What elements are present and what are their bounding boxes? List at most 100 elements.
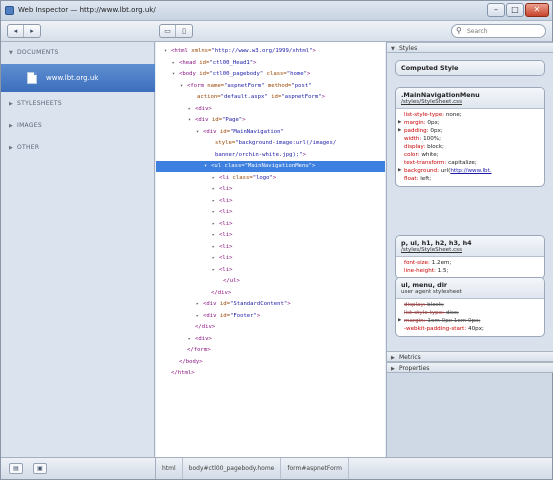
sidebar-section-documents[interactable]: ▼ DOCUMENTS: [1, 46, 155, 59]
style-rule-card[interactable]: p, ul, h1, h2, h3, h4/styles/StyleSheet.…: [395, 235, 545, 279]
dom-node[interactable]: style="background-image:url(/images/: [208, 138, 336, 149]
dom-node[interactable]: ▸ <li>: [212, 253, 232, 264]
style-rule-source[interactable]: /styles/StyleSheet.css: [401, 247, 539, 253]
sidebar-section-images[interactable]: ▶ IMAGES: [1, 119, 155, 132]
dom-node[interactable]: ▸ <li>: [212, 184, 232, 195]
dock-window-icon[interactable]: ▣: [33, 463, 47, 474]
dom-node[interactable]: </div>: [188, 322, 215, 333]
dom-node[interactable]: ▸ <li>: [212, 219, 232, 230]
disclosure-collapsed-icon[interactable]: ▸: [188, 104, 195, 115]
disclosure-expanded-icon[interactable]: ▾: [196, 127, 203, 138]
breadcrumb-item[interactable]: html: [156, 458, 183, 479]
console-icon[interactable]: ▤: [9, 463, 23, 474]
dom-node[interactable]: </div>: [204, 288, 231, 299]
disclosure-expanded-icon[interactable]: ▾: [188, 115, 195, 126]
style-property[interactable]: list-style-type: none;: [404, 111, 540, 119]
style-rule-source[interactable]: /styles/StyleSheet.css: [401, 99, 539, 105]
dom-node[interactable]: banner/orchin-white.jpg);">: [208, 150, 306, 161]
dom-node[interactable]: </ul>: [216, 276, 240, 287]
disclosure-expanded-icon[interactable]: ▾: [180, 81, 187, 92]
metrics-section-header[interactable]: ▶ Metrics: [387, 351, 553, 362]
style-property[interactable]: width: 100%;: [404, 135, 540, 143]
dom-node[interactable]: ▾ <html xmlns="http://www.w3.org/1999/xht…: [164, 46, 316, 57]
sidebar-item-label: www.lbt.org.uk: [46, 74, 99, 82]
disclosure-collapsed-icon[interactable]: ▸: [212, 219, 219, 230]
close-button[interactable]: ✕: [525, 3, 549, 17]
dom-node[interactable]: ▾ <body id="ctl00_pagebody" class="home">: [172, 69, 310, 80]
disclosure-expanded-icon[interactable]: ▾: [204, 161, 211, 172]
dom-node[interactable]: </body>: [172, 357, 203, 368]
style-property[interactable]: ▶ padding: 0px;: [398, 127, 540, 135]
disclosure-collapsed-icon[interactable]: ▸: [188, 334, 195, 345]
styles-section-header[interactable]: ▼ Styles: [387, 42, 553, 53]
disclosure-collapsed-icon[interactable]: ▸: [212, 265, 219, 276]
style-property-name: color:: [404, 152, 422, 158]
back-icon[interactable]: ◂: [8, 25, 24, 37]
style-rule-card[interactable]: ul, menu, dir user agent stylesheet displa…: [395, 277, 545, 337]
dom-node-selected[interactable]: ▾ <ul class="MainNavigationMenu">: [156, 161, 385, 172]
style-property[interactable]: font-size: 1.2em;: [404, 259, 540, 267]
split-panel-icon[interactable]: ▯: [176, 25, 192, 37]
disclosure-collapsed-icon[interactable]: ▸: [196, 311, 203, 322]
disclosure-collapsed-icon[interactable]: ▸: [212, 253, 219, 264]
forward-icon[interactable]: ▸: [24, 25, 40, 37]
dom-node[interactable]: ▸ <div id="StandardContent">: [196, 299, 291, 310]
disclosure-collapsed-icon[interactable]: ▸: [212, 242, 219, 253]
dom-node[interactable]: ▾ <div id="MainNavigation": [196, 127, 284, 138]
style-property[interactable]: list-style-type: disc;: [404, 309, 540, 317]
dom-node[interactable]: ▾ <div id="Page">: [188, 115, 246, 126]
style-property[interactable]: ▶ background: url(http://www.lbt.: [398, 167, 540, 175]
style-property-link[interactable]: http://www.lbt.: [450, 168, 491, 174]
breadcrumb-item[interactable]: body#ctl00_pagebody.home: [183, 458, 282, 479]
style-property[interactable]: line-height: 1.5;: [404, 267, 540, 275]
breadcrumb-item[interactable]: form#aspnetForm: [281, 458, 349, 479]
minimize-button[interactable]: –: [487, 3, 505, 17]
style-property[interactable]: ▶ margin: 1em 0px 1em 0px;: [398, 317, 540, 325]
search-box[interactable]: ⚲: [451, 24, 546, 38]
style-property[interactable]: ▶ margin: 0px;: [398, 119, 540, 127]
disclosure-collapsed-icon[interactable]: ▸: [212, 184, 219, 195]
style-property[interactable]: display: block;: [404, 143, 540, 151]
disclosure-expanded-icon[interactable]: ▾: [164, 46, 171, 57]
style-property[interactable]: color: white;: [404, 151, 540, 159]
disclosure-collapsed-icon[interactable]: ▸: [212, 207, 219, 218]
disclosure-collapsed-icon[interactable]: ▶: [398, 167, 401, 175]
dom-node[interactable]: ▸ <li>: [212, 230, 232, 241]
sidebar-section-stylesheets[interactable]: ▶ STYLESHEETS: [1, 97, 155, 110]
dom-node[interactable]: ▸ <li>: [212, 207, 232, 218]
disclosure-collapsed-icon[interactable]: ▸: [212, 196, 219, 207]
dom-node[interactable]: ▸ <li>: [212, 242, 232, 253]
style-property[interactable]: float: left;: [404, 175, 540, 183]
style-property[interactable]: -webkit-padding-start: 40px;: [404, 325, 540, 333]
disclosure-collapsed-icon[interactable]: ▶: [398, 119, 401, 127]
sidebar-item-document[interactable]: www.lbt.org.uk: [1, 64, 155, 92]
style-rule-card[interactable]: .MainNavigationMenu/styles/StyleSheet.cs…: [395, 87, 545, 187]
maximize-button[interactable]: □: [506, 3, 524, 17]
computed-style-card[interactable]: Computed Style: [395, 60, 545, 76]
disclosure-collapsed-icon[interactable]: ▸: [212, 173, 219, 184]
disclosure-expanded-icon[interactable]: ▾: [172, 69, 179, 80]
disclosure-collapsed-icon[interactable]: ▸: [172, 58, 179, 69]
dom-node[interactable]: ▸ <div id="Footer">: [196, 311, 260, 322]
style-property[interactable]: display: block;: [404, 301, 540, 309]
dom-node[interactable]: </form>: [180, 345, 211, 356]
dom-node[interactable]: ▾ <form name="aspnetForm" method="post": [180, 81, 312, 92]
dom-node[interactable]: action="default.aspx" id="aspnetForm">: [190, 92, 325, 103]
dom-node[interactable]: ▸ <div>: [188, 334, 212, 345]
disclosure-collapsed-icon[interactable]: ▸: [212, 230, 219, 241]
dom-node[interactable]: ▸ <li>: [212, 265, 232, 276]
disclosure-collapsed-icon[interactable]: ▶: [398, 317, 401, 325]
disclosure-collapsed-icon[interactable]: ▸: [196, 299, 203, 310]
disclosure-collapsed-icon[interactable]: ▶: [398, 127, 401, 135]
dock-panel-icon[interactable]: ▭: [160, 25, 176, 37]
dom-node[interactable]: ▸ <li class="logo">: [212, 173, 276, 184]
style-property-value: capitalize;: [448, 160, 477, 166]
sidebar-section-other[interactable]: ▶ OTHER: [1, 141, 155, 154]
dom-node[interactable]: ▸ <head id="ctl00_Head1">: [172, 58, 256, 69]
search-input[interactable]: [467, 26, 543, 36]
dom-node[interactable]: </html>: [164, 368, 195, 379]
properties-section-header[interactable]: ▶ Properties: [387, 362, 553, 373]
style-property[interactable]: text-transform: capitalize;: [404, 159, 540, 167]
dom-node[interactable]: ▸ <li>: [212, 196, 232, 207]
dom-node[interactable]: ▸ <div>: [188, 104, 212, 115]
